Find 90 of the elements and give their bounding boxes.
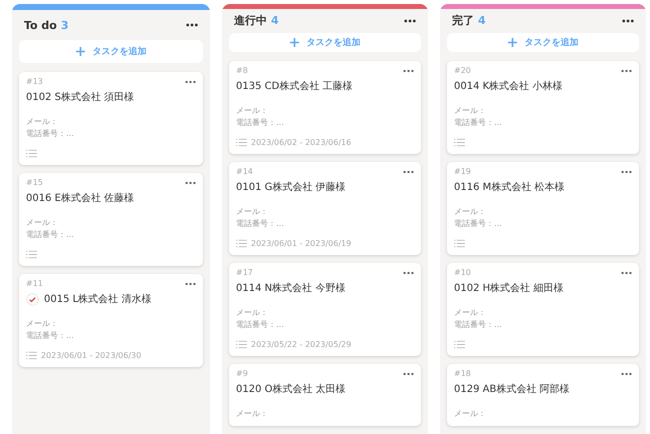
more-icon[interactable] — [403, 68, 414, 72]
task-title: 0102 H株式会社 細田様 — [454, 282, 564, 295]
task-card[interactable]: #13 0102 S株式会社 須田様 メール： 電話番号：… — [19, 72, 203, 165]
more-icon[interactable] — [185, 180, 196, 184]
more-icon[interactable] — [403, 270, 414, 274]
task-card[interactable]: #18 0129 AB株式会社 阿部様 メール： — [447, 364, 639, 426]
task-number: #18 — [454, 369, 471, 378]
task-title: 0135 CD株式会社 工藤様 — [236, 80, 352, 93]
task-card[interactable]: #10 0102 H株式会社 細田様 メール： 電話番号：… — [447, 263, 639, 356]
task-title: 0015 L株式会社 清水様 — [44, 292, 152, 306]
task-card[interactable]: #20 0014 K株式会社 小林様 メール： 電話番号：… — [447, 61, 639, 154]
date-range: 2023/06/01 - 2023/06/19 — [251, 239, 352, 248]
task-title: 0014 K株式会社 小林様 — [454, 80, 562, 93]
more-icon[interactable] — [404, 18, 416, 23]
task-card[interactable]: #8 0135 CD株式会社 工藤様 メール： 電話番号：… 2023/06/02 - 2023/06/16 — [229, 61, 421, 154]
task-count: 3 — [60, 18, 69, 32]
more-icon[interactable] — [403, 170, 414, 174]
task-number: #19 — [454, 167, 471, 176]
task-card[interactable]: #19 0116 M株式会社 松本様 メール： 電話番号：… — [447, 162, 639, 255]
more-icon[interactable] — [186, 23, 198, 27]
list-icon — [454, 239, 465, 248]
task-title: 0129 AB株式会社 阿部様 — [454, 382, 570, 396]
task-card[interactable]: #14 0101 G株式会社 伊藤様 メール： 電話番号：… 2023/06/01 - 2023/06/19 — [229, 162, 421, 255]
more-icon[interactable] — [621, 270, 632, 274]
list-icon — [26, 351, 37, 360]
phone-label: 電話番号：… — [26, 229, 74, 240]
plus-icon — [508, 38, 516, 48]
list-icon — [236, 340, 247, 349]
mail-label: メール： — [26, 318, 58, 329]
plus-icon — [290, 38, 298, 48]
column-title: 完了 — [452, 13, 474, 28]
more-icon[interactable] — [621, 372, 632, 376]
task-title: 0101 G株式会社 伊藤様 — [236, 180, 346, 194]
phone-label: 電話番号：… — [454, 218, 502, 229]
list-icon — [454, 340, 465, 349]
mail-label: メール： — [26, 116, 58, 127]
task-number: #14 — [236, 167, 253, 176]
mail-label: メール： — [454, 206, 486, 217]
task-number: #15 — [26, 178, 43, 187]
date-range: 2023/05/22 - 2023/05/29 — [251, 340, 352, 349]
list-icon — [26, 250, 37, 259]
task-title: 0114 N株式会社 今野様 — [236, 282, 346, 295]
column-title: To do — [24, 18, 57, 32]
date-range: 2023/06/02 - 2023/06/16 — [251, 138, 352, 147]
mail-label: メール： — [26, 217, 58, 228]
more-icon[interactable] — [185, 80, 196, 84]
date-range: 2023/06/01 - 2023/06/30 — [41, 351, 142, 360]
mail-label: メール： — [236, 307, 268, 318]
task-card[interactable]: #11 0015 L株式会社 清水様 メール： 電話番号：… 2023/06/01 - 2023/06/30 — [19, 274, 203, 367]
list-icon — [454, 138, 465, 147]
task-number: #11 — [26, 279, 43, 288]
mail-label: メール： — [454, 307, 486, 318]
task-number: #10 — [454, 268, 471, 277]
check-icon[interactable] — [26, 292, 39, 306]
phone-label: 電話番号：… — [26, 330, 74, 341]
task-card[interactable]: #17 0114 N株式会社 今野様 メール： 電話番号：… 2023/05/22 - 2023/05/29 — [229, 263, 421, 356]
list-icon — [26, 149, 37, 158]
mail-label: メール： — [236, 408, 268, 419]
task-title: 0120 O株式会社 太田様 — [236, 382, 346, 396]
more-icon[interactable] — [403, 372, 414, 376]
task-count: 4 — [478, 14, 486, 28]
plus-icon — [76, 47, 84, 56]
task-count: 4 — [271, 14, 279, 28]
phone-label: 電話番号：… — [236, 117, 284, 128]
more-icon[interactable] — [185, 282, 196, 286]
more-icon[interactable] — [622, 18, 634, 23]
list-icon — [236, 239, 247, 248]
task-number: #17 — [236, 268, 253, 277]
more-icon[interactable] — [621, 68, 632, 72]
column-title: 進行中 — [234, 13, 267, 28]
mail-label: メール： — [236, 105, 268, 116]
task-number: #20 — [454, 66, 471, 75]
mail-label: メール： — [454, 408, 486, 419]
task-number: #8 — [236, 66, 248, 75]
task-title: 0102 S株式会社 須田様 — [26, 90, 134, 104]
task-card[interactable]: #15 0016 E株式会社 佐藤様 メール： 電話番号：… — [19, 173, 203, 266]
list-icon — [236, 138, 247, 147]
phone-label: 電話番号：… — [26, 128, 74, 139]
phone-label: 電話番号：… — [236, 319, 284, 330]
task-title: 0116 M株式会社 松本様 — [454, 180, 564, 194]
task-number: #13 — [26, 77, 43, 86]
task-card[interactable]: #9 0120 O株式会社 太田様 メール： — [229, 364, 421, 426]
more-icon[interactable] — [621, 170, 632, 174]
task-number: #9 — [236, 369, 248, 378]
mail-label: メール： — [236, 206, 268, 217]
phone-label: 電話番号：… — [236, 218, 284, 229]
mail-label: メール： — [454, 105, 486, 116]
phone-label: 電話番号：… — [454, 117, 502, 128]
phone-label: 電話番号：… — [454, 319, 502, 330]
task-title: 0016 E株式会社 佐藤様 — [26, 192, 134, 205]
